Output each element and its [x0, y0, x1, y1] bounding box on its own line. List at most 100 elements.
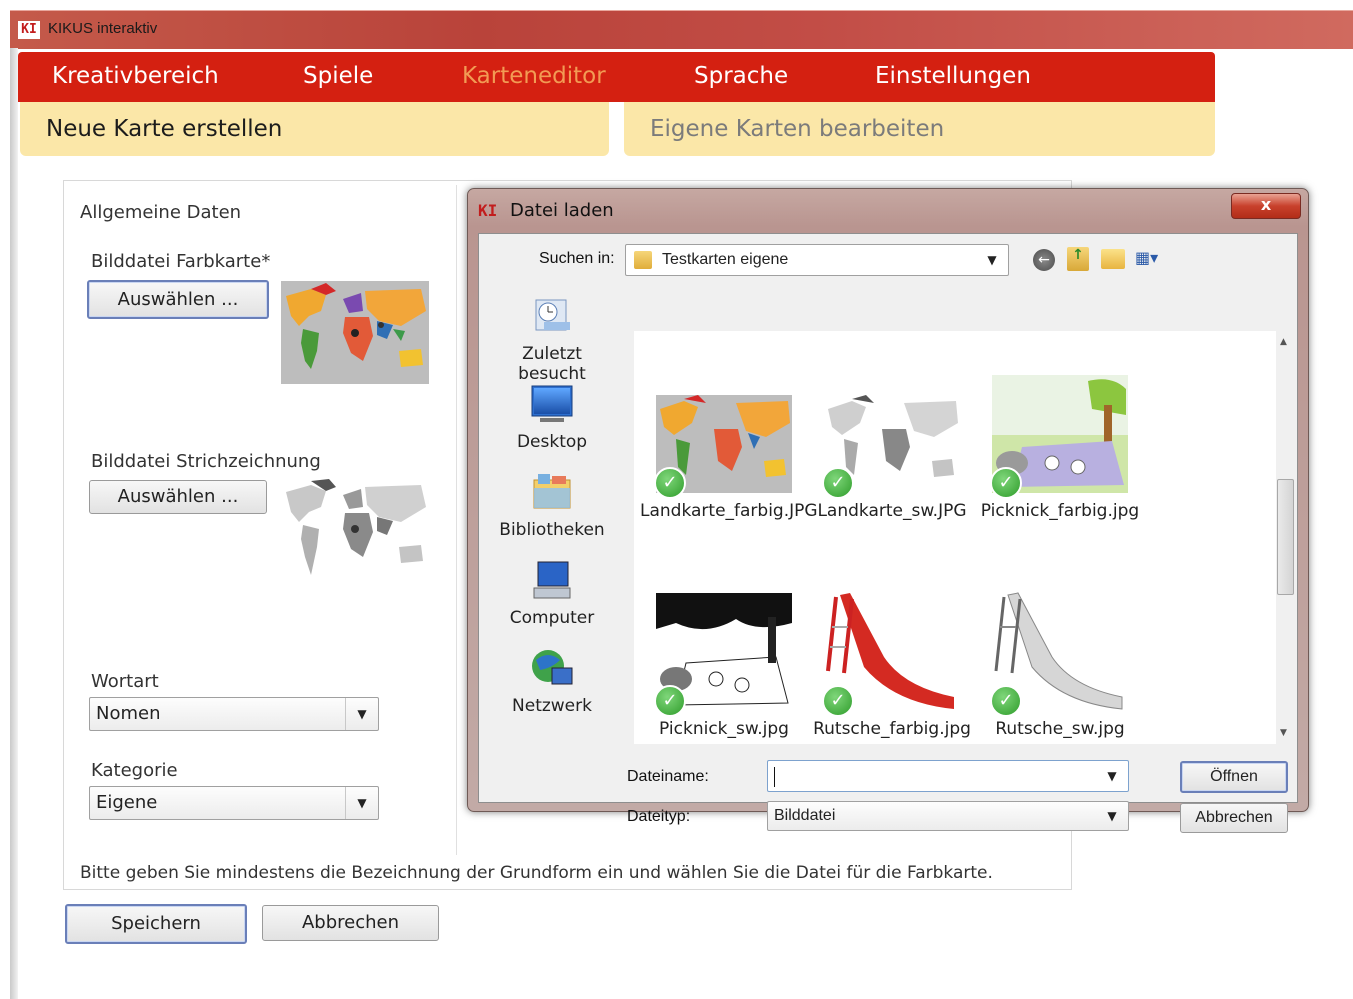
section-title: Allgemeine Daten: [80, 202, 242, 223]
line-file-label: Bilddatei Strichzeichnung: [91, 451, 321, 472]
check-icon: ✓: [822, 467, 854, 499]
file-name: Landkarte_sw.JPG: [817, 501, 967, 521]
place-network[interactable]: Netzwerk: [487, 646, 617, 716]
chevron-down-icon: ▼: [345, 787, 378, 819]
save-button[interactable]: Speichern: [65, 904, 247, 944]
open-button[interactable]: Öffnen: [1180, 761, 1288, 793]
check-icon: ✓: [654, 685, 686, 717]
file-item[interactable]: ✓ Rutsche_sw.jpg: [976, 587, 1144, 739]
hint-text: Bitte geben Sie mindestens die Bezeichnu…: [80, 863, 993, 883]
network-icon: [530, 646, 574, 690]
chevron-down-icon: ▼: [987, 253, 997, 267]
filename-label: Dateiname:: [627, 768, 709, 785]
thumbnail-slide-gray: ✓: [990, 587, 1128, 717]
file-name: Picknick_sw.jpg: [659, 719, 789, 739]
check-icon: ✓: [990, 685, 1022, 717]
computer-icon: [530, 558, 574, 602]
close-button[interactable]: x: [1231, 193, 1301, 219]
divider: [456, 185, 457, 855]
menu-karteneditor[interactable]: Karteneditor: [462, 63, 606, 89]
place-network-label: Netzwerk: [512, 696, 592, 716]
desktop-icon: [530, 382, 574, 426]
file-item[interactable]: ✓ Rutsche_farbig.jpg: [808, 587, 976, 739]
thumbnail-slide-red: ✓: [822, 587, 960, 717]
wortart-select[interactable]: Nomen ▼: [89, 697, 379, 731]
app-title: KIKUS interaktiv: [48, 20, 158, 37]
place-desktop-label: Desktop: [516, 432, 588, 452]
check-icon: ✓: [822, 685, 854, 717]
menu-sprache[interactable]: Sprache: [694, 63, 788, 89]
place-computer[interactable]: Computer: [487, 558, 617, 628]
scroll-down-icon[interactable]: ▼: [1280, 728, 1287, 738]
check-icon: ✓: [654, 467, 686, 499]
file-item[interactable]: ✓ Landkarte_farbig.JPG: [640, 395, 818, 521]
file-item[interactable]: ✓ Landkarte_sw.JPG: [808, 395, 976, 521]
dialog-body: Suchen in: Testkarten eigene ▼ ← ↑ ▦▾ Zu…: [478, 233, 1298, 833]
check-icon: ✓: [990, 467, 1022, 499]
file-item[interactable]: ✓ Picknick_sw.jpg: [640, 593, 808, 739]
file-open-dialog: KI Datei laden x Suchen in: Testkarten e…: [467, 188, 1309, 833]
choose-line-button[interactable]: Auswählen ...: [89, 480, 267, 514]
choose-color-button[interactable]: Auswählen ...: [87, 280, 269, 319]
chevron-down-icon: ▼: [1107, 809, 1117, 823]
color-map-preview: [281, 281, 429, 384]
menu-einstellungen[interactable]: Einstellungen: [875, 63, 1031, 89]
place-libraries[interactable]: Bibliotheken: [487, 470, 617, 540]
new-folder-icon[interactable]: [1101, 249, 1125, 269]
thumbnail-picnic-bw: ✓: [654, 593, 792, 717]
app-logo: KI: [18, 21, 40, 39]
line-map-preview: [281, 477, 429, 580]
filetype-select[interactable]: Bilddatei ▼: [767, 801, 1129, 831]
lookin-select[interactable]: Testkarten eigene ▼: [625, 244, 1009, 276]
scrollbar[interactable]: ▲ ▼: [1276, 331, 1294, 744]
folder-icon: [634, 251, 652, 269]
tab-neue-karte-label: Neue Karte erstellen: [46, 116, 283, 142]
libraries-icon: [530, 470, 574, 514]
file-list: ✓ Landkarte_farbig.JPG ✓ Landkarte_sw.JP…: [634, 331, 1276, 744]
file-name: Rutsche_sw.jpg: [995, 719, 1125, 739]
thumbnail-map-gray: ✓: [822, 395, 960, 499]
place-libraries-label: Bibliotheken: [499, 520, 605, 540]
filename-input[interactable]: ▼: [767, 760, 1129, 792]
recent-icon: [530, 294, 574, 338]
cancel-button[interactable]: Abbrechen: [262, 905, 439, 941]
text-cursor: [774, 767, 775, 787]
filetype-label: Dateityp:: [627, 808, 691, 825]
kategorie-select[interactable]: Eigene ▼: [89, 786, 379, 820]
file-name: Rutsche_farbig.jpg: [813, 719, 971, 739]
kategorie-label: Kategorie: [91, 760, 178, 781]
file-item[interactable]: ✓ Picknick_farbig.jpg: [976, 375, 1144, 521]
wortart-label: Wortart: [91, 671, 159, 692]
main-menu: Kreativbereich Spiele Karteneditor Sprac…: [18, 52, 1215, 102]
menu-spiele[interactable]: Spiele: [303, 63, 373, 89]
dialog-cancel-button[interactable]: Abbrechen: [1180, 803, 1288, 833]
scroll-up-icon[interactable]: ▲: [1280, 337, 1287, 347]
lookin-label: Suchen in:: [539, 250, 615, 267]
app-titlebar: KI KIKUS interaktiv: [10, 10, 1353, 49]
place-recent-label: Zuletzt besucht: [518, 344, 586, 384]
place-desktop[interactable]: Desktop: [487, 382, 617, 452]
filetype-value: Bilddatei: [774, 807, 836, 824]
color-file-label: Bilddatei Farbkarte*: [91, 251, 271, 272]
tab-eigene-karten[interactable]: Eigene Karten bearbeiten: [624, 102, 1215, 156]
window-border: [10, 48, 18, 999]
menu-kreativbereich[interactable]: Kreativbereich: [52, 63, 219, 89]
chevron-down-icon: ▼: [1107, 769, 1117, 783]
view-menu-icon[interactable]: ▦▾: [1135, 248, 1171, 270]
dialog-logo: KI: [478, 201, 498, 220]
dialog-title: Datei laden: [510, 200, 614, 221]
place-computer-label: Computer: [509, 608, 595, 628]
tab-eigene-karten-label: Eigene Karten bearbeiten: [650, 116, 945, 142]
place-recent[interactable]: Zuletzt besucht: [487, 294, 617, 384]
scroll-thumb[interactable]: [1277, 479, 1294, 595]
kategorie-value: Eigene: [96, 792, 158, 813]
wortart-value: Nomen: [96, 703, 161, 724]
thumbnail-map-color: ✓: [654, 395, 792, 499]
file-name: Picknick_farbig.jpg: [980, 501, 1140, 521]
up-folder-icon[interactable]: ↑: [1067, 247, 1089, 271]
file-name: Landkarte_farbig.JPG: [640, 501, 818, 521]
tab-neue-karte[interactable]: Neue Karte erstellen: [20, 102, 609, 156]
chevron-down-icon: ▼: [345, 698, 378, 730]
back-icon[interactable]: ←: [1033, 249, 1055, 271]
lookin-value: Testkarten eigene: [662, 251, 789, 268]
